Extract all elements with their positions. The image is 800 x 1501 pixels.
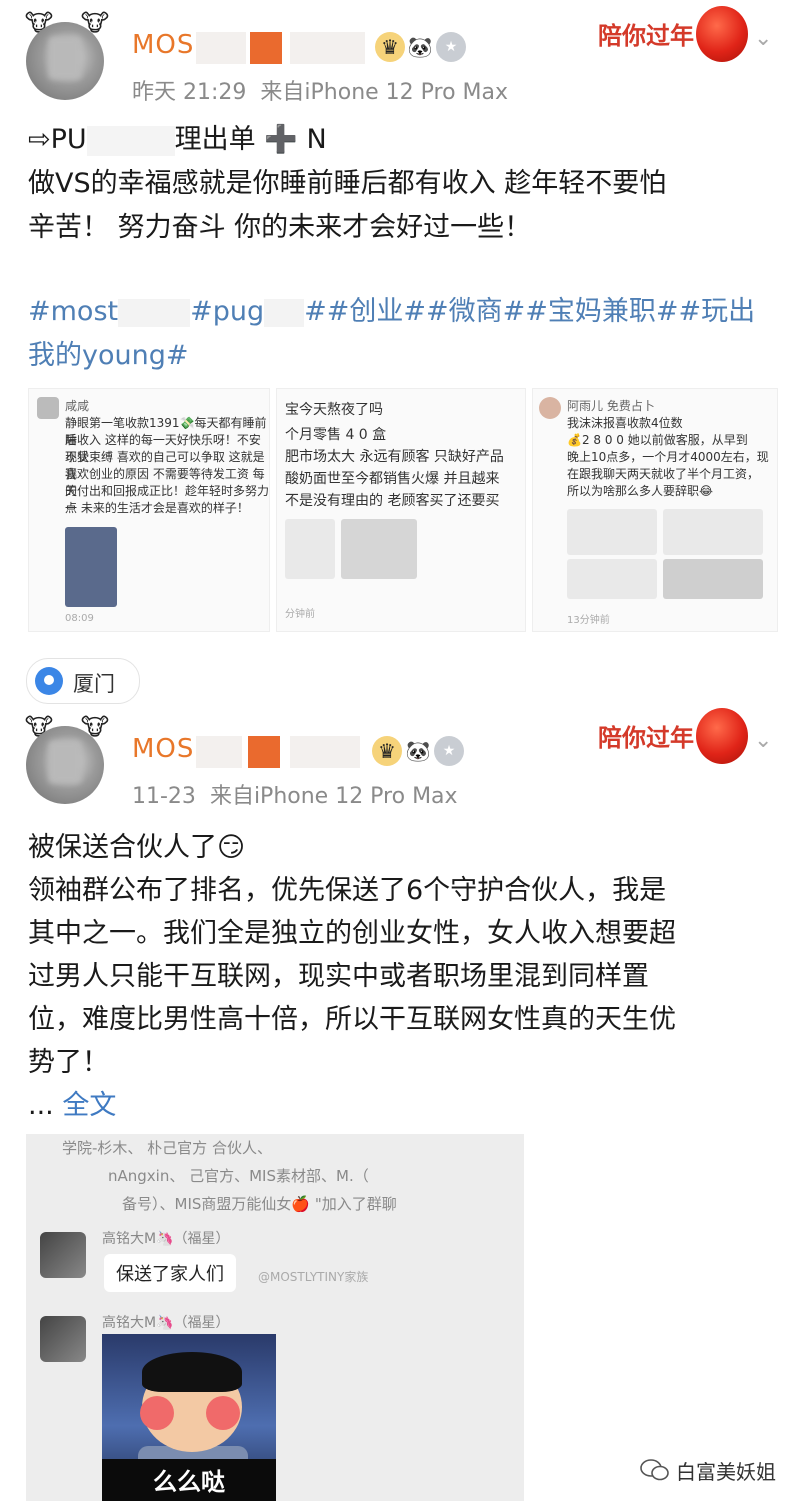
post-body-line: 辛苦！ 努力奋斗 你的未来才会好过一些！	[28, 212, 532, 243]
thumb-photo	[567, 559, 657, 599]
thumb-photo	[285, 519, 335, 579]
avatar[interactable]	[26, 726, 104, 804]
thumb-text: 晚上10点多，一个月才4000左右，现	[567, 450, 769, 464]
redacted-name-part	[290, 736, 360, 768]
chat-avatar	[40, 1232, 86, 1278]
post-source: 来自iPhone 12 Pro Max	[209, 784, 458, 809]
thumb-text: 肥市场太大 永远有顾客 只缺好产品	[285, 449, 504, 465]
thumb-text: 在跟我聊天两天就收了半个月工资，	[567, 467, 760, 481]
thumb-time: 分钟前	[285, 609, 315, 620]
thumb-text: 我沫沫报喜收款4位数	[567, 416, 683, 430]
chat-watermark: @MOSTLYTINY家族	[258, 1270, 369, 1284]
chat-sender-name: 高铭大M🦄（福星）	[102, 1231, 230, 1247]
location-pin-icon	[35, 667, 63, 695]
full-text-link[interactable]: 全文	[62, 1090, 116, 1121]
hashtag-line[interactable]: #most #pug ##创业##微商##宝妈兼职##玩出	[28, 290, 755, 333]
hashtag[interactable]: 我的young#	[28, 334, 188, 377]
lantern-icon	[696, 708, 748, 764]
thumb-text: 💰2 8 0 0 她以前做客服，从早到	[567, 433, 748, 447]
post-body-line: 势了！	[28, 1047, 109, 1078]
post-timestamp: 昨天 21:29	[132, 80, 247, 105]
thumb-name: 宝今天熬夜了吗	[285, 402, 383, 418]
medal-badge-icon: ★	[434, 736, 464, 766]
avatar[interactable]	[26, 22, 104, 100]
panda-badge-icon: 🐼	[405, 739, 431, 763]
thumb-text: 酸奶面世至今都销售火爆 并且越来	[285, 471, 500, 487]
crown-badge-icon: ♛	[375, 32, 405, 62]
username[interactable]: MOS	[132, 734, 194, 764]
chat-system-line: 学院-杉木、 朴己官方 合伙人、	[62, 1139, 272, 1157]
post-body-line: 领袖群公布了排名，优先保送了6个守护合伙人，我是	[28, 875, 667, 906]
medal-badge-icon: ★	[436, 32, 466, 62]
thumb-text: 不是没有理由的 老顾客买了还要买	[285, 493, 500, 509]
sticker-cheek	[206, 1396, 240, 1430]
lantern-icon	[696, 6, 748, 62]
hashtag[interactable]: ##创业##微商##宝妈兼职##玩出	[304, 296, 755, 327]
chat-bubble: 保送了家人们	[104, 1254, 236, 1292]
festival-badge: 陪你过年	[598, 708, 748, 768]
post-body-line: 其中之一。我们全是独立的创业女性，女人收入想要超	[28, 918, 676, 949]
panda-badge-icon: 🐼	[407, 35, 433, 59]
post-source: 来自iPhone 12 Pro Max	[260, 80, 509, 105]
redacted-name-part	[196, 736, 242, 768]
chat-avatar	[40, 1316, 86, 1362]
post-body-line: 过男人只能干互联网，现实中或者职场里混到同样置	[28, 961, 649, 992]
chat-system-line: nAngxin、 己官方、MIS素材部、M.（	[108, 1167, 369, 1185]
location-tag[interactable]: 厦门	[26, 658, 140, 704]
thumb-avatar	[37, 397, 59, 419]
thumb-photo	[663, 509, 763, 555]
post-body-line: ... 全文	[28, 1084, 116, 1127]
image-thumbnail[interactable]: 阿雨儿 免费占卜 我沫沫报喜收款4位数 💰2 8 0 0 她以前做客服，从早到 …	[532, 388, 778, 632]
location-label: 厦门	[73, 672, 115, 696]
chat-screenshot-image[interactable]: 学院-杉木、 朴己官方 合伙人、 nAngxin、 己官方、MIS素材部、M.（…	[26, 1134, 524, 1501]
chevron-down-icon[interactable]: ⌄	[754, 728, 772, 753]
chevron-down-icon[interactable]: ⌄	[754, 26, 772, 51]
post-body-line: 被保送合伙人了😏	[28, 832, 246, 863]
thumb-time: 08:09	[65, 613, 94, 624]
chat-system-line: 备号）、MIS商盟万能仙女🍎 "加入了群聊	[122, 1195, 397, 1213]
thumb-photo	[663, 559, 763, 599]
thumb-name: 咸咸	[65, 399, 90, 413]
chat-sender-name: 高铭大M🦄（福星）	[102, 1315, 230, 1331]
post-timestamp: 11-23	[132, 784, 196, 809]
redacted-name-part	[248, 736, 280, 768]
thumb-avatar	[539, 397, 561, 419]
thumb-text: 点 未来的生活才会是喜欢的样子！	[65, 501, 249, 515]
redacted-name-part	[290, 32, 365, 64]
hashtag[interactable]: #most	[28, 296, 118, 327]
username[interactable]: MOS	[132, 30, 194, 60]
post-body-line: 做VS的幸福感就是你睡前睡后都有收入 趁年轻不要怕	[28, 168, 667, 199]
festival-label: 陪你过年	[598, 723, 694, 752]
redacted-name-part	[250, 32, 282, 64]
sticker-hair	[142, 1352, 242, 1392]
thumb-photo	[567, 509, 657, 555]
sticker-cheek	[140, 1396, 174, 1430]
ellipsis: ...	[28, 1090, 54, 1121]
sticker-caption: 么么哒	[153, 1468, 225, 1496]
thumb-text: 个月零售 4 0 盒	[285, 427, 387, 443]
festival-label: 陪你过年	[598, 21, 694, 50]
account-watermark: 白富美妖姐	[676, 1460, 776, 1484]
wechat-icon	[640, 1459, 669, 1481]
redacted-name-part	[196, 32, 246, 64]
thumb-time: 13分钟前	[567, 615, 610, 626]
thumb-photo	[341, 519, 417, 579]
image-thumbnail[interactable]: 咸咸 静眼第一笔收款1391💸每天都有睡前睡 后收入 这样的每一天好快乐呀！不安…	[28, 388, 270, 632]
image-thumbnail[interactable]: 宝今天熬夜了吗 个月零售 4 0 盒 肥市场太大 永远有顾客 只缺好产品 酸奶面…	[276, 388, 526, 632]
post-meta: 昨天 21:29 来自iPhone 12 Pro Max	[132, 74, 508, 106]
post-body-line: ⇨PU 理出单 ➕ N	[28, 124, 327, 156]
thumb-name: 阿雨儿 免费占卜	[567, 399, 655, 413]
thumb-text: 所以为啥那么多人要辞职😂	[567, 484, 714, 498]
sticker-image: 么么哒	[102, 1334, 276, 1501]
thumb-photo	[65, 527, 117, 607]
festival-badge: 陪你过年	[598, 6, 748, 66]
hashtag[interactable]: #pug	[190, 296, 264, 327]
crown-badge-icon: ♛	[372, 736, 402, 766]
post-meta: 11-23 来自iPhone 12 Pro Max	[132, 778, 458, 810]
post-body-line: 位，难度比男性高十倍，所以干互联网女性真的天生优	[28, 1004, 676, 1035]
